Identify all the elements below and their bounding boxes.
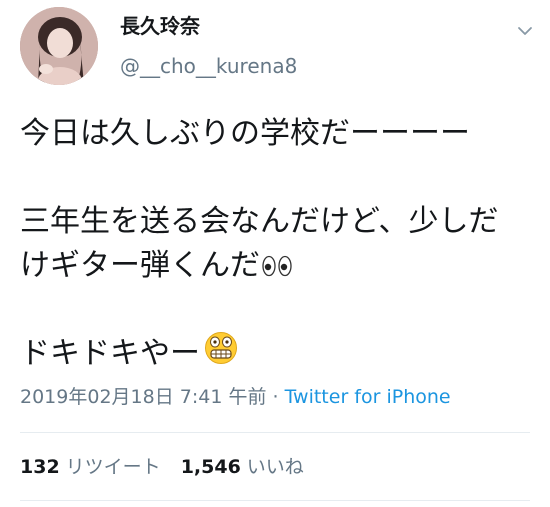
tweet-timestamp[interactable]: 2019年02月18日 7:41 午前: [20, 386, 266, 408]
divider: [20, 432, 530, 433]
tweet-line-with-emoji: けギター弾くんだ: [20, 244, 535, 288]
tweet-card: 長久玲奈 @__cho__kurena8 今日は久しぶりの学校だーーーー 三年生…: [0, 0, 550, 507]
likes-stat[interactable]: 1,546 いいね: [181, 456, 304, 478]
tweet-line: 三年生を送る会なんだけど、少しだ: [20, 204, 499, 239]
tweet-line-with-emoji: ドキドキやー: [20, 331, 535, 378]
eyes-emoji-icon: [262, 255, 292, 277]
tweet-stats: 132 リツイート 1,546 いいね: [20, 454, 304, 480]
tweet-text: 今日は久しぶりの学校だーーーー 三年生を送る会なんだけど、少しだ けギター弾くん…: [20, 112, 535, 376]
tweet-meta: 2019年02月18日 7:41 午前 · Twitter for iPhone: [20, 384, 451, 410]
display-name[interactable]: 長久玲奈: [120, 14, 297, 38]
retweets-count: 132: [20, 456, 60, 478]
retweets-label: リツイート: [65, 456, 161, 478]
tweet-line: 今日は久しぶりの学校だーーーー: [20, 116, 470, 151]
tweet-line-text: ドキドキやー: [20, 336, 200, 371]
meta-separator: ·: [266, 386, 285, 408]
retweets-stat[interactable]: 132 リツイート: [20, 456, 161, 478]
user-handle[interactable]: @__cho__kurena8: [120, 54, 297, 78]
divider: [20, 500, 530, 501]
chevron-down-icon[interactable]: [516, 22, 534, 40]
likes-count: 1,546: [180, 456, 241, 478]
likes-label: いいね: [246, 456, 304, 478]
tweet-line-text: けギター弾くんだ: [20, 248, 260, 283]
avatar-photo: [20, 7, 98, 85]
user-info[interactable]: 長久玲奈 @__cho__kurena8: [120, 14, 297, 78]
grimacing-face-icon: [204, 331, 238, 378]
avatar[interactable]: [20, 7, 98, 85]
tweet-source-link[interactable]: Twitter for iPhone: [285, 386, 451, 408]
